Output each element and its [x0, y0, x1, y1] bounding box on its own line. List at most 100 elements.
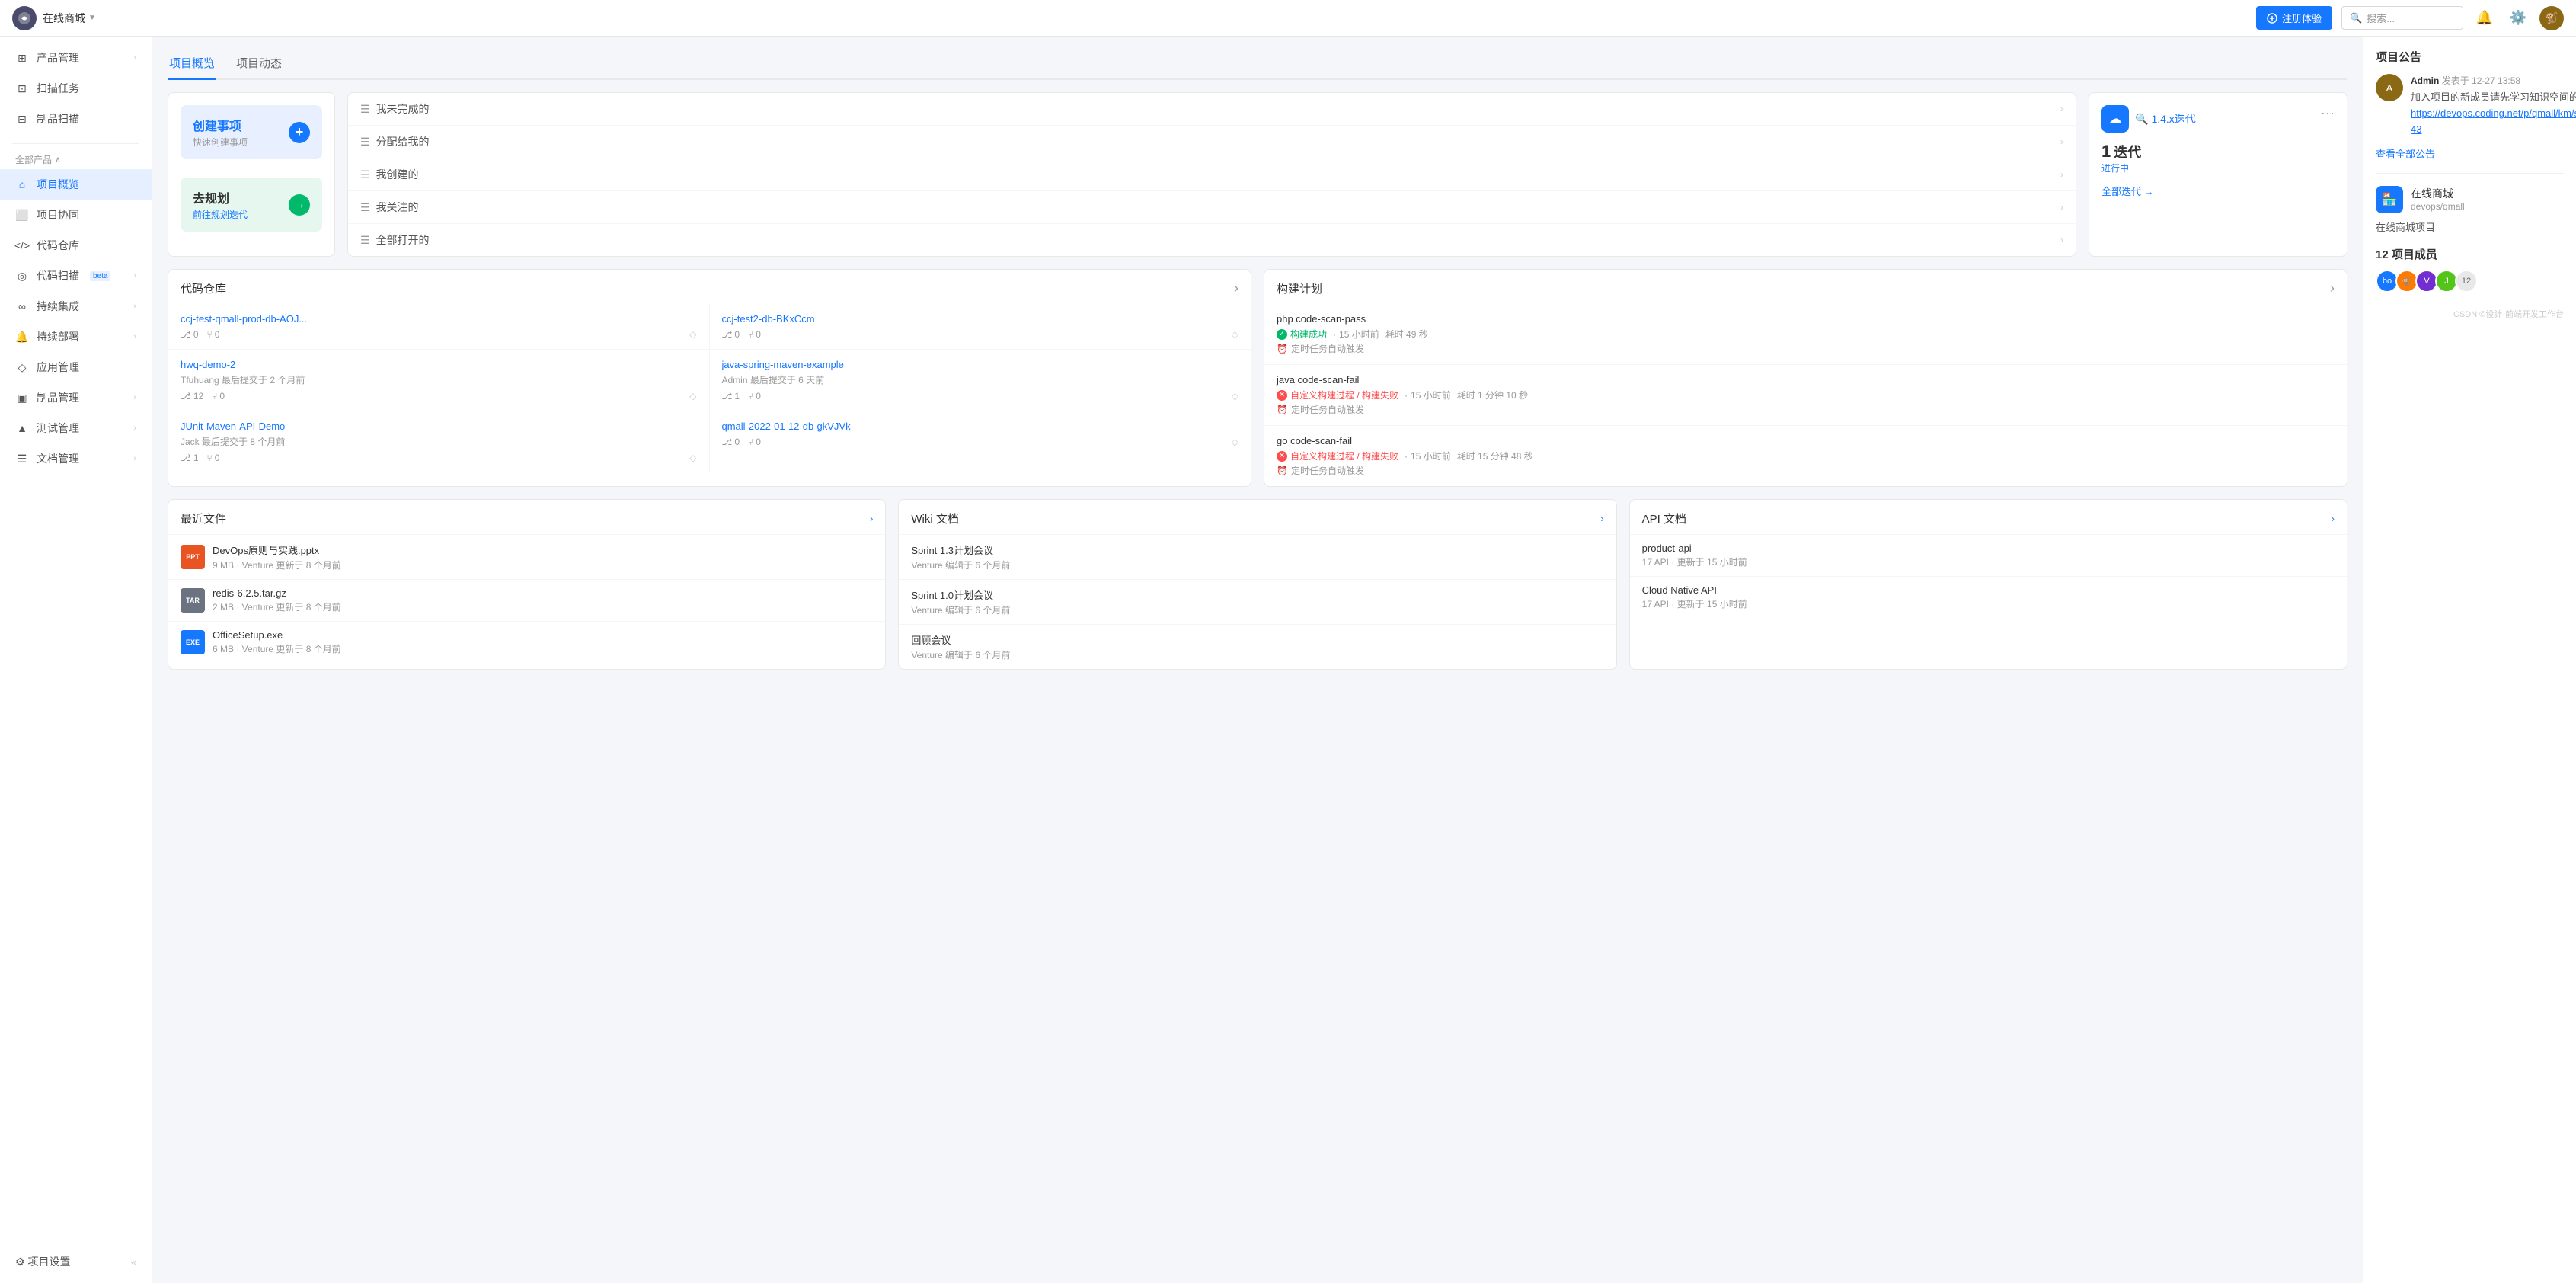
wiki-meta-1: Venture 编辑于 6 个月前 — [911, 603, 1603, 616]
code-icon: </> — [15, 238, 29, 252]
quick-actions-card: 创建事项 快速创建事项 + 去规划 前往规划迭代 → — [168, 92, 335, 257]
ci-icon: ∞ — [15, 299, 29, 313]
sidebar-item-test-mgmt[interactable]: ▲ 测试管理 › — [0, 413, 152, 443]
repo-name-5: qmall-2022-01-12-db-gkVJVk — [722, 421, 1239, 432]
see-all-link[interactable]: 查看全部公告 — [2376, 146, 2564, 161]
sidebar-label-test-mgmt: 测试管理 — [37, 421, 79, 436]
repo-name-4: JUnit-Maven-API-Demo — [181, 421, 697, 432]
goto-plan-btn[interactable]: 去规划 前往规划迭代 → — [181, 178, 322, 232]
chevron-down-icon: ▼ — [88, 14, 96, 22]
sidebar-item-product-scan[interactable]: ⊟ 制品扫描 — [0, 104, 152, 134]
sprint-status: 进行中 — [2101, 162, 2196, 174]
todo-item-2[interactable]: ☰ 我创建的 › — [348, 158, 2076, 191]
repo-diamond-3: ◇ — [1232, 391, 1238, 402]
todo-item-1[interactable]: ☰ 分配给我的 › — [348, 126, 2076, 158]
repo-item-4[interactable]: JUnit-Maven-API-Demo Jack 最后提交于 8 个月前 ⎇ … — [168, 411, 710, 472]
sidebar-item-code-repo[interactable]: </> 代码仓库 — [0, 230, 152, 261]
register-btn[interactable]: 注册体验 — [2256, 6, 2332, 30]
todo-item-4[interactable]: ☰ 全部打开的 › — [348, 224, 2076, 256]
sidebar-item-doc-mgmt[interactable]: ☰ 文档管理 › — [0, 443, 152, 474]
sidebar-item-project-settings[interactable]: ⚙ 项目设置 « — [0, 1246, 152, 1277]
wiki-header: Wiki 文档 › — [899, 500, 1616, 535]
user-avatar-top[interactable]: 🐒 — [2539, 6, 2564, 30]
settings-gear-icon: ⚙ — [15, 1256, 25, 1268]
settings-icon[interactable]: ⚙️ — [2506, 6, 2530, 30]
collapse-icon: « — [131, 1256, 136, 1268]
announcement-time-val: 发表于 12-27 13:58 — [2442, 75, 2520, 86]
list-icon-0: ☰ — [360, 103, 370, 116]
members-row: bo 🐒 V J 12 — [2376, 270, 2564, 293]
topbar: 在线商城 ▼ 注册体验 🔍 搜索... 🔔 ⚙️ 🐒 — [0, 0, 2576, 37]
project-info-block: 🏪 在线商城 devops/qmall — [2376, 186, 2564, 213]
wiki-item-2[interactable]: 回顾会议 Venture 编辑于 6 个月前 — [899, 625, 1616, 669]
footer: CSDN ©设计·前端开发工作台 — [2376, 293, 2564, 320]
wiki-item-1[interactable]: Sprint 1.0计划会议 Venture 编辑于 6 个月前 — [899, 580, 1616, 625]
api-item-1[interactable]: Cloud Native API 17 API · 更新于 15 小时前 — [1630, 577, 2347, 618]
sprint-all-link[interactable]: 全部迭代 → — [2101, 184, 2335, 198]
notification-icon[interactable]: 🔔 — [2472, 6, 2497, 30]
sidebar-item-project-collab[interactable]: ⬜ 项目协同 — [0, 200, 152, 230]
sidebar-item-project-overview[interactable]: ⌂ 项目概览 — [0, 169, 152, 200]
create-issue-btn[interactable]: 创建事项 快速创建事项 + — [181, 105, 322, 159]
todo-card: ☰ 我未完成的 › ☰ 分配给我的 › ☰ 我创建的 — [347, 92, 2076, 257]
repo-item-5[interactable]: qmall-2022-01-12-db-gkVJVk ⎇ 0 ⑂ 0 ◇ — [710, 411, 1251, 472]
sprint-more-icon[interactable]: ··· — [2321, 105, 2335, 121]
sidebar-label-project-settings: 项目设置 — [27, 1256, 70, 1268]
wiki-name-2: 回顾会议 — [911, 632, 1603, 647]
repo-item-2[interactable]: hwq-demo-2 Tfuhuang 最后提交于 2 个月前 ⎇ 12 ⑂ 0… — [168, 350, 710, 411]
repo-diamond-5: ◇ — [1232, 437, 1238, 447]
member-count-badge: 12 — [2455, 270, 2478, 293]
api-more-link[interactable]: › — [2332, 513, 2335, 524]
todo-item-3[interactable]: ☰ 我关注的 › — [348, 191, 2076, 224]
api-card: API 文档 › product-api 17 API · 更新于 15 小时前… — [1629, 499, 2347, 670]
file-item-0[interactable]: PPT DevOps原则与实践.pptx 9 MB · Venture 更新于 … — [168, 535, 885, 580]
file-meta-0: 9 MB · Venture 更新于 8 个月前 — [213, 558, 341, 571]
sidebar-item-code-scan[interactable]: ◎ 代码扫描 beta › — [0, 261, 152, 291]
project-icon: 🏪 — [2376, 186, 2403, 213]
chevron-right-icon: › — [133, 53, 136, 62]
sidebar-item-product-mgmt2[interactable]: ▣ 制品管理 › — [0, 382, 152, 413]
wiki-more-link[interactable]: › — [1600, 513, 1603, 524]
build-more-icon[interactable]: › — [2330, 280, 2335, 296]
search-placeholder: 搜索... — [2367, 11, 2395, 25]
file-item-1[interactable]: TAR redis-6.2.5.tar.gz 2 MB · Venture 更新… — [168, 580, 885, 622]
sidebar-group-all-products[interactable]: 全部产品 ∧ — [0, 147, 152, 169]
repo-more-icon[interactable]: › — [1234, 280, 1238, 296]
files-more-link[interactable]: › — [870, 513, 873, 524]
repo-name-0: ccj-test-qmall-prod-db-AOJ... — [181, 313, 697, 325]
build-time-val-0: 15 小时前 — [1339, 328, 1379, 341]
build-item-1[interactable]: java code-scan-fail ✕ 自定义构建过程 / 构建失败 · 1… — [1264, 365, 2347, 426]
repo-item-0[interactable]: ccj-test-qmall-prod-db-AOJ... ⎇ 0 ⑂ 0 ◇ — [168, 304, 710, 350]
announcement-link[interactable]: https://devops.coding.net/p/qmall/km/spa… — [2411, 107, 2576, 135]
api-item-0[interactable]: product-api 17 API · 更新于 15 小时前 — [1630, 535, 2347, 577]
wiki-name-1: Sprint 1.0计划会议 — [911, 587, 1603, 602]
file-item-2[interactable]: EXE OfficeSetup.exe 6 MB · Venture 更新于 8… — [168, 622, 885, 663]
tab-activity[interactable]: 项目动态 — [235, 49, 283, 80]
repo-meta-4: Jack 最后提交于 8 个月前 — [181, 435, 697, 448]
sidebar-item-scan-task[interactable]: ⊡ 扫描任务 — [0, 73, 152, 104]
sidebar-item-cd[interactable]: 🔔 持续部署 › — [0, 322, 152, 352]
topbar-right: 注册体验 🔍 搜索... 🔔 ⚙️ 🐒 — [2256, 6, 2564, 30]
sidebar-label-doc-mgmt: 文档管理 — [37, 451, 79, 466]
todo-item-0[interactable]: ☰ 我未完成的 › — [348, 93, 2076, 126]
build-status-label-0: 构建成功 — [1290, 328, 1327, 341]
breadcrumb[interactable]: 在线商城 ▼ — [43, 11, 96, 26]
build-card: 构建计划 › php code-scan-pass ✓ 构建成功 · 15 小时… — [1264, 269, 2347, 487]
wiki-meta-2: Venture 编辑于 6 个月前 — [911, 648, 1603, 661]
sidebar: ⊞ 产品管理 › ⊡ 扫描任务 ⊟ 制品扫描 — [0, 37, 152, 1283]
wiki-item-0[interactable]: Sprint 1.3计划会议 Venture 编辑于 6 个月前 — [899, 535, 1616, 580]
build-trigger-2: ⏰ 定时任务自动触发 — [1277, 464, 2335, 477]
todo-label-2: 我创建的 — [376, 167, 419, 182]
sidebar-item-app-mgmt[interactable]: ◇ 应用管理 — [0, 352, 152, 382]
tab-overview[interactable]: 项目概览 — [168, 49, 216, 80]
search-box[interactable]: 🔍 搜索... — [2341, 6, 2463, 30]
sidebar-item-product-mgmt[interactable]: ⊞ 产品管理 › — [0, 43, 152, 73]
sidebar-item-ci[interactable]: ∞ 持续集成 › — [0, 291, 152, 322]
build-item-0[interactable]: php code-scan-pass ✓ 构建成功 · 15 小时前 耗时 49… — [1264, 304, 2347, 365]
repo-item-3[interactable]: java-spring-maven-example Admin 最后提交于 6 … — [710, 350, 1251, 411]
build-item-2[interactable]: go code-scan-fail ✕ 自定义构建过程 / 构建失败 · 15 … — [1264, 426, 2347, 486]
build-name-0: php code-scan-pass — [1277, 313, 2335, 325]
repo-item-1[interactable]: ccj-test2-db-BKxCcm ⎇ 0 ⑂ 0 ◇ — [710, 304, 1251, 350]
members-title: 12 项目成员 — [2376, 246, 2564, 262]
tar-icon: TAR — [181, 588, 205, 613]
